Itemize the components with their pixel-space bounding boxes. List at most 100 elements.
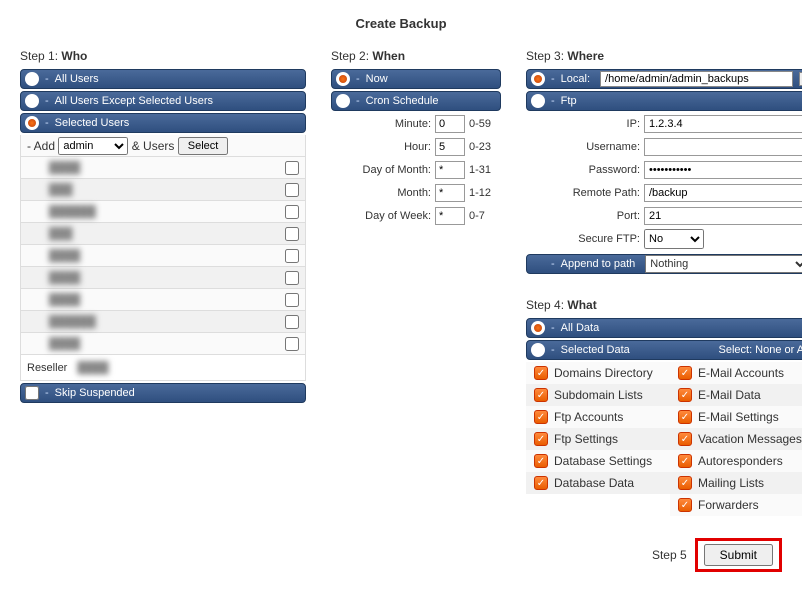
user-name: ██████ (49, 316, 96, 328)
what-item[interactable]: ✓Ftp Settings (526, 428, 670, 450)
what-item[interactable]: ✓Ftp Accounts (526, 406, 670, 428)
where-option-ftp[interactable]: - Ftp (526, 91, 802, 111)
what-option-selected[interactable]: - Selected Data Select: None or All (526, 340, 802, 360)
check-icon: ✓ (534, 454, 548, 468)
check-icon: ✓ (678, 410, 692, 424)
step5-label: Step 5 (652, 548, 687, 562)
what-option-all[interactable]: - All Data (526, 318, 802, 338)
skip-suspended-row[interactable]: - Skip Suspended (20, 383, 306, 403)
radio-icon (25, 94, 39, 108)
what-item[interactable]: ✓E-Mail Settings (670, 406, 802, 428)
when-option-cron[interactable]: - Cron Schedule (331, 91, 501, 111)
what-item[interactable]: ✓Domains Directory (526, 362, 670, 384)
user-row: ███ (20, 179, 306, 201)
user-row: ████ (20, 289, 306, 311)
user-checkbox[interactable] (285, 183, 299, 197)
who-option-except[interactable]: - All Users Except Selected Users (20, 91, 306, 111)
cron-input[interactable] (435, 115, 465, 133)
ftp-input[interactable] (644, 161, 802, 179)
user-name: ████ (49, 338, 80, 350)
what-item[interactable]: ✓Forwarders (670, 494, 802, 516)
ftp-input[interactable] (644, 207, 802, 225)
user-name: ██████ (49, 206, 96, 218)
check-icon: ✓ (534, 410, 548, 424)
cron-input[interactable] (435, 184, 465, 202)
append-path-row[interactable]: - Append to path Nothing (526, 254, 802, 274)
radio-icon (336, 94, 350, 108)
radio-icon (531, 321, 545, 335)
radio-icon (336, 72, 350, 86)
page-title: Create Backup (20, 16, 782, 31)
user-checkbox[interactable] (285, 337, 299, 351)
user-checkbox[interactable] (285, 271, 299, 285)
step4-label: Step 4: What (526, 298, 802, 312)
check-icon: ✓ (678, 476, 692, 490)
reseller-label: Reseller (27, 362, 67, 374)
user-checkbox[interactable] (285, 227, 299, 241)
check-icon: ✓ (678, 454, 692, 468)
user-row: ██████ (20, 311, 306, 333)
radio-icon (25, 116, 39, 130)
step3-label: Step 3: Where (526, 49, 802, 63)
ftp-row: Port: (526, 205, 802, 227)
user-checkbox[interactable] (285, 205, 299, 219)
cron-row: Month:1-12 (331, 182, 501, 204)
step1-label: Step 1: Who (20, 49, 306, 63)
where-option-local[interactable]: - Local: ▴▾ (526, 69, 802, 89)
cron-row: Day of Week:0-7 (331, 205, 501, 227)
step3-panel: Step 3: Where - Local: ▴▾ - Ftp IP:Usern… (526, 49, 802, 516)
ftp-input[interactable] (644, 138, 802, 156)
check-icon: ✓ (534, 388, 548, 402)
what-item[interactable]: ✓Database Data (526, 472, 670, 494)
check-icon: ✓ (534, 366, 548, 380)
what-grid: ✓Domains Directory✓Subdomain Lists✓Ftp A… (526, 362, 802, 516)
select-users-button[interactable]: Select (178, 137, 229, 155)
submit-button[interactable]: Submit (704, 544, 773, 566)
user-checkbox[interactable] (285, 161, 299, 175)
who-option-all[interactable]: - All Users (20, 69, 306, 89)
radio-icon (531, 94, 545, 108)
what-item[interactable]: ✓E-Mail Data (670, 384, 802, 406)
user-row: ████ (20, 245, 306, 267)
ftp-fields: IP:Username:Password:Remote Path:Port: (526, 113, 802, 227)
user-checkbox[interactable] (285, 293, 299, 307)
step1-panel: Step 1: Who - All Users - All Users Exce… (20, 49, 306, 405)
user-name: ████ (49, 162, 80, 174)
user-name: ████ (49, 250, 80, 262)
ftp-row: Username: (526, 136, 802, 158)
cron-input[interactable] (435, 138, 465, 156)
what-item[interactable]: ✓Mailing Lists (670, 472, 802, 494)
user-checkbox[interactable] (285, 315, 299, 329)
user-row: ██████ (20, 201, 306, 223)
cron-input[interactable] (435, 161, 465, 179)
ftp-input[interactable] (644, 115, 802, 133)
when-option-now[interactable]: - Now (331, 69, 501, 89)
cron-fields: Minute:0-59Hour:0-23Day of Month:1-31Mon… (331, 113, 501, 227)
append-path-select[interactable]: Nothing (645, 255, 802, 273)
what-item[interactable]: ✓Vacation Messages (670, 428, 802, 450)
user-row: ███ (20, 223, 306, 245)
what-item[interactable]: ✓Subdomain Lists (526, 384, 670, 406)
add-user-select[interactable]: admin (58, 137, 128, 155)
reseller-row: Reseller ████ (20, 355, 306, 381)
user-name: ███ (49, 228, 72, 240)
ftp-input[interactable] (644, 184, 802, 202)
cron-row: Hour:0-23 (331, 136, 501, 158)
secure-ftp-row: Secure FTP: No (526, 228, 802, 250)
who-option-selected[interactable]: - Selected Users (20, 113, 306, 133)
step5-row: Step 5 Submit (20, 538, 782, 572)
user-checkbox[interactable] (285, 249, 299, 263)
skip-suspended-checkbox[interactable] (25, 386, 39, 400)
cron-row: Minute:0-59 (331, 113, 501, 135)
local-path-input[interactable] (600, 71, 793, 87)
what-item[interactable]: ✓Autoresponders (670, 450, 802, 472)
cron-input[interactable] (435, 207, 465, 225)
what-item[interactable]: ✓Database Settings (526, 450, 670, 472)
check-icon: ✓ (534, 432, 548, 446)
reseller-value: ████ (77, 362, 108, 374)
what-item[interactable]: ✓E-Mail Accounts (670, 362, 802, 384)
check-icon: ✓ (534, 476, 548, 490)
user-row: ████ (20, 157, 306, 179)
secure-ftp-select[interactable]: No (644, 229, 704, 249)
user-row: ████ (20, 333, 306, 355)
